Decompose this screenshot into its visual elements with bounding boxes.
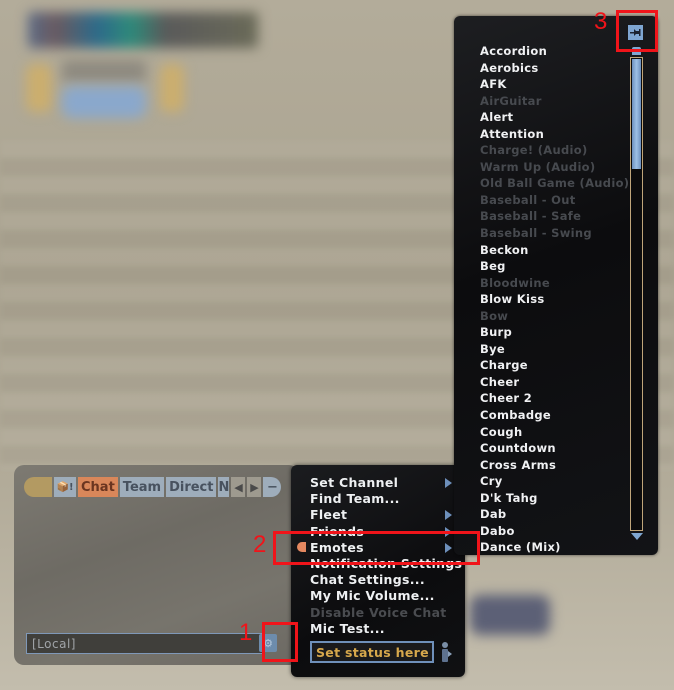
menu-item-chat-settings[interactable]: Chat Settings...: [310, 572, 425, 588]
annotation-number-2: 2: [253, 531, 267, 558]
emote-item: Bloodwine: [480, 275, 550, 290]
emote-item[interactable]: Dabo: [480, 523, 630, 540]
emote-item[interactable]: Beg: [480, 258, 630, 275]
emote-item[interactable]: AFK: [480, 76, 630, 93]
menu-item-mic-test[interactable]: Mic Test...: [310, 621, 385, 637]
annotation-number-1: 1: [239, 619, 253, 646]
chevron-right-icon: [445, 510, 452, 520]
person-status-icon[interactable]: [439, 641, 453, 663]
minus-icon: −: [267, 479, 278, 495]
emote-item[interactable]: Attention: [480, 126, 630, 143]
chat-tab-bar: 📦! Chat Team Direct N ◀ ▶ −: [24, 477, 282, 497]
scrollbar-thumb[interactable]: [632, 59, 641, 169]
emotes-submenu: Accordion Aerobics AFK AirGuitar Alert Attent…: [454, 16, 658, 555]
tab-team[interactable]: Team: [119, 477, 165, 497]
background-hud-element: [160, 64, 184, 112]
scrollbar-track[interactable]: [630, 57, 643, 531]
emote-item[interactable]: Burp: [480, 324, 630, 341]
emote-item[interactable]: Blow Kiss: [480, 291, 630, 308]
emote-item: Warm Up (Audio): [480, 159, 596, 174]
menu-item-find-team[interactable]: Find Team...: [310, 491, 400, 507]
menu-item-set-channel[interactable]: Set Channel: [310, 475, 398, 491]
scroll-down-button[interactable]: [631, 533, 643, 540]
background-hud-element: [62, 86, 146, 118]
menu-item-disable-voice-chat: Disable Voice Chat: [310, 605, 447, 620]
background-hud-bar: [28, 12, 258, 48]
emote-item[interactable]: Aerobics: [480, 60, 630, 77]
menu-item-mic-volume[interactable]: My Mic Volume...: [310, 588, 435, 604]
emote-item[interactable]: Bye: [480, 341, 630, 358]
background-hud-element: [26, 64, 52, 112]
emote-item[interactable]: D'k Tahg: [480, 490, 630, 507]
emote-item: Bow: [480, 308, 509, 323]
tab-overflow[interactable]: N: [218, 477, 230, 497]
annotation-box-2: [273, 531, 480, 565]
emote-item[interactable]: Accordion: [480, 43, 630, 60]
emote-item[interactable]: Alert: [480, 109, 630, 126]
tab-direct[interactable]: Direct: [166, 477, 217, 497]
chat-tab-handle[interactable]: [24, 477, 52, 497]
chevron-right-icon: [445, 478, 452, 488]
tab-scroll-left-button[interactable]: ◀: [231, 477, 246, 497]
status-input[interactable]: [310, 641, 434, 663]
menu-item-fleet[interactable]: Fleet: [310, 507, 347, 523]
emote-item[interactable]: Cross Arms: [480, 457, 630, 474]
tab-chat[interactable]: Chat: [78, 477, 118, 497]
arrow-left-icon: ◀: [234, 480, 243, 494]
emote-item[interactable]: Beckon: [480, 242, 630, 259]
annotation-box-1: [262, 622, 298, 662]
emote-item[interactable]: Charge: [480, 357, 630, 374]
emote-item[interactable]: Cry: [480, 473, 630, 490]
emote-item: Baseball - Out: [480, 192, 576, 207]
emote-item[interactable]: Cheer 2: [480, 390, 630, 407]
annotation-box-3: [616, 10, 658, 52]
emote-item[interactable]: Cheer: [480, 374, 630, 391]
emote-item: Baseball - Safe: [480, 209, 582, 224]
tab-scroll-right-button[interactable]: ▶: [247, 477, 262, 497]
box-alert-icon: 📦!: [56, 481, 74, 493]
emote-list: Accordion Aerobics AFK AirGuitar Alert Attent…: [480, 43, 630, 555]
emote-item: Baseball - Swing: [480, 226, 592, 241]
annotation-number-3: 3: [594, 8, 608, 35]
emote-item: AirGuitar: [480, 93, 542, 108]
chat-input[interactable]: [26, 633, 264, 654]
arrow-right-icon: ▶: [250, 480, 259, 494]
chat-window: 📦! Chat Team Direct N ◀ ▶ −: [14, 465, 299, 665]
emote-item[interactable]: Combadge: [480, 407, 630, 424]
emote-item[interactable]: Countdown: [480, 440, 630, 457]
chat-tab-notifications[interactable]: 📦!: [54, 477, 76, 497]
background-hud-element: [470, 595, 550, 635]
emote-item: Charge! (Audio): [480, 143, 588, 158]
emote-item[interactable]: Cough: [480, 424, 630, 441]
minimize-button[interactable]: −: [263, 477, 282, 497]
chat-context-menu: Set Channel Find Team... Fleet Friends E…: [291, 465, 465, 677]
emote-item[interactable]: Dab: [480, 506, 630, 523]
background-hud-element: [62, 60, 146, 82]
emote-item[interactable]: Dance (Mix): [480, 539, 630, 555]
emote-item: Old Ball Game (Audio): [480, 176, 630, 191]
